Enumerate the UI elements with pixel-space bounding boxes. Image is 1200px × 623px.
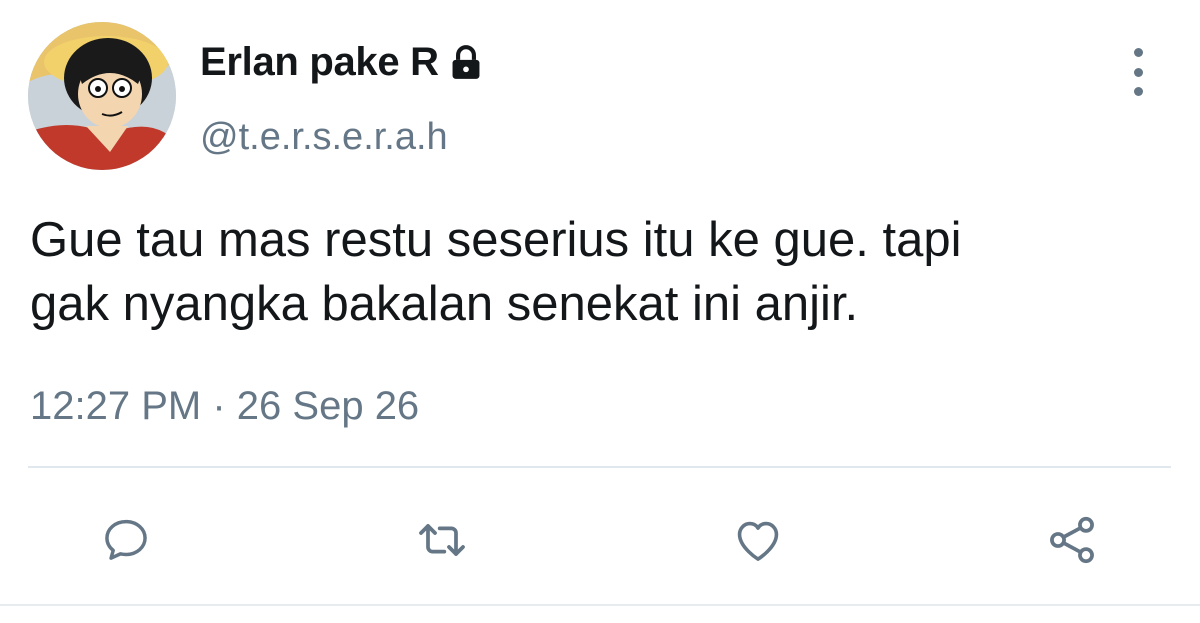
tweet-time: 12:27 PM (30, 384, 202, 428)
lock-icon (447, 44, 485, 82)
more-vertical-icon (1133, 48, 1143, 57)
heart-icon (737, 521, 779, 561)
reply-button[interactable] (98, 512, 154, 568)
tweet-text-line: gak nyangka bakalan senekat ini anjir. (30, 277, 859, 331)
avatar-image (28, 22, 176, 170)
like-button[interactable] (730, 512, 786, 568)
retweet-icon (419, 524, 465, 556)
divider (28, 466, 1171, 468)
avatar[interactable] (28, 22, 176, 170)
bottom-divider (0, 604, 1200, 606)
timestamp-separator: · (212, 384, 226, 428)
retweet-button[interactable] (414, 512, 470, 568)
tweet-date: 26 Sep 26 (236, 384, 420, 428)
more-vertical-icon (1133, 87, 1143, 96)
author-handle[interactable]: @t.e.r.s.e.r.a.h (200, 116, 448, 159)
share-icon (1050, 516, 1094, 564)
reply-icon (105, 519, 147, 560)
share-button[interactable] (1044, 512, 1100, 568)
tweet-timestamp: 12:27 PM · 26 Sep 26 (30, 384, 419, 429)
more-vertical-icon (1133, 67, 1143, 77)
author-name-row: Erlan pake R (200, 40, 485, 85)
display-name[interactable]: Erlan pake R (200, 40, 439, 85)
more-options-button[interactable] (1118, 48, 1158, 96)
tweet-text-line: Gue tau mas restu seserius itu ke gue. t… (30, 213, 962, 267)
tweet-text: Gue tau mas restu seserius itu ke gue. t… (30, 208, 1180, 336)
